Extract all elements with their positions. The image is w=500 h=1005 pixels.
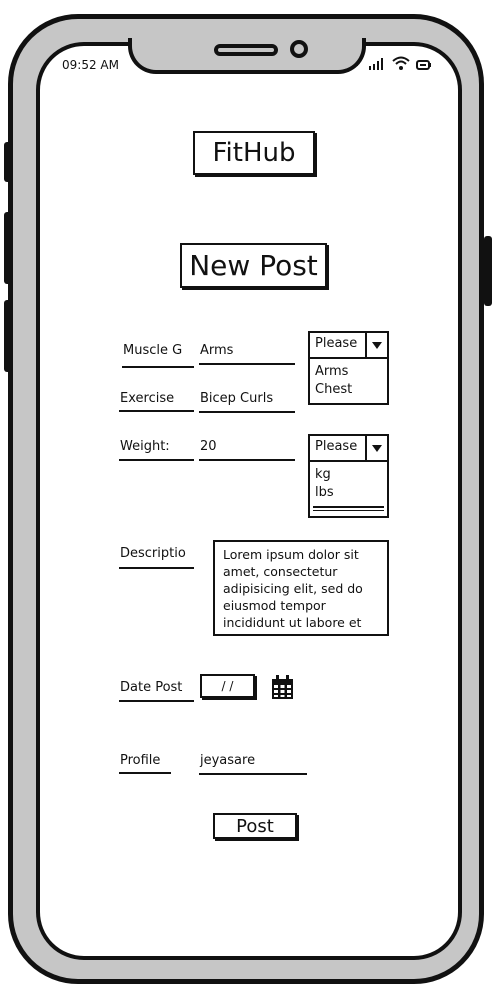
description-textarea[interactable]: Lorem ipsum dolor sit amet, consectetur … bbox=[213, 540, 389, 636]
exercise-input[interactable]: Bicep Curls bbox=[200, 391, 273, 406]
profile-input[interactable]: jeyasare bbox=[200, 753, 255, 768]
profile-input-underline bbox=[199, 773, 307, 775]
dropdown-option[interactable]: Chest bbox=[310, 381, 387, 399]
weight-input-underline bbox=[199, 459, 295, 461]
muscle-group-dropdown[interactable]: Please Arms Chest bbox=[308, 331, 389, 405]
calendar-icon[interactable] bbox=[271, 675, 294, 700]
wifi-icon bbox=[392, 56, 410, 70]
app-title: FitHub bbox=[193, 131, 315, 175]
weight-input[interactable]: 20 bbox=[200, 439, 217, 454]
muscle-group-label: Muscle G bbox=[123, 343, 183, 358]
phone-side-button-left bbox=[4, 300, 12, 372]
profile-label-underline bbox=[119, 772, 171, 774]
dropdown-option[interactable]: kg bbox=[310, 462, 387, 484]
muscle-group-input-underline bbox=[199, 363, 295, 365]
description-label-underline bbox=[119, 567, 194, 569]
muscle-group-label-underline bbox=[122, 366, 194, 368]
profile-label: Profile bbox=[120, 753, 161, 768]
battery-icon bbox=[416, 60, 431, 70]
weight-label: Weight: bbox=[120, 439, 170, 454]
dropdown-option[interactable]: Arms bbox=[310, 359, 387, 381]
date-input[interactable]: / / bbox=[200, 674, 255, 698]
camera-icon bbox=[290, 40, 308, 58]
phone-side-button-left bbox=[4, 212, 12, 284]
weight-unit-dropdown-selected: Please bbox=[315, 439, 358, 454]
exercise-label: Exercise bbox=[120, 391, 175, 406]
weight-label-underline bbox=[119, 459, 194, 461]
muscle-group-dropdown-selected: Please bbox=[315, 336, 358, 351]
status-time: 09:52 AM bbox=[62, 58, 119, 72]
date-posted-label-underline bbox=[119, 700, 194, 702]
signal-icon bbox=[369, 58, 383, 70]
muscle-group-input[interactable]: Arms bbox=[200, 343, 233, 358]
description-label: Descriptio bbox=[120, 546, 186, 561]
date-posted-label: Date Post bbox=[120, 680, 183, 695]
dropdown-option[interactable]: lbs bbox=[310, 484, 387, 502]
chevron-down-icon[interactable] bbox=[365, 436, 387, 460]
chevron-down-icon[interactable] bbox=[365, 333, 387, 357]
weight-unit-dropdown[interactable]: Please kg lbs bbox=[308, 434, 389, 518]
phone-side-button-left bbox=[4, 142, 12, 182]
dropdown-scroll-lines bbox=[313, 506, 384, 511]
page-title: New Post bbox=[180, 243, 327, 288]
exercise-label-underline bbox=[119, 410, 194, 412]
speaker-icon bbox=[214, 44, 278, 56]
post-button[interactable]: Post bbox=[213, 813, 297, 839]
exercise-input-underline bbox=[199, 411, 295, 413]
phone-side-button-right bbox=[484, 236, 492, 306]
